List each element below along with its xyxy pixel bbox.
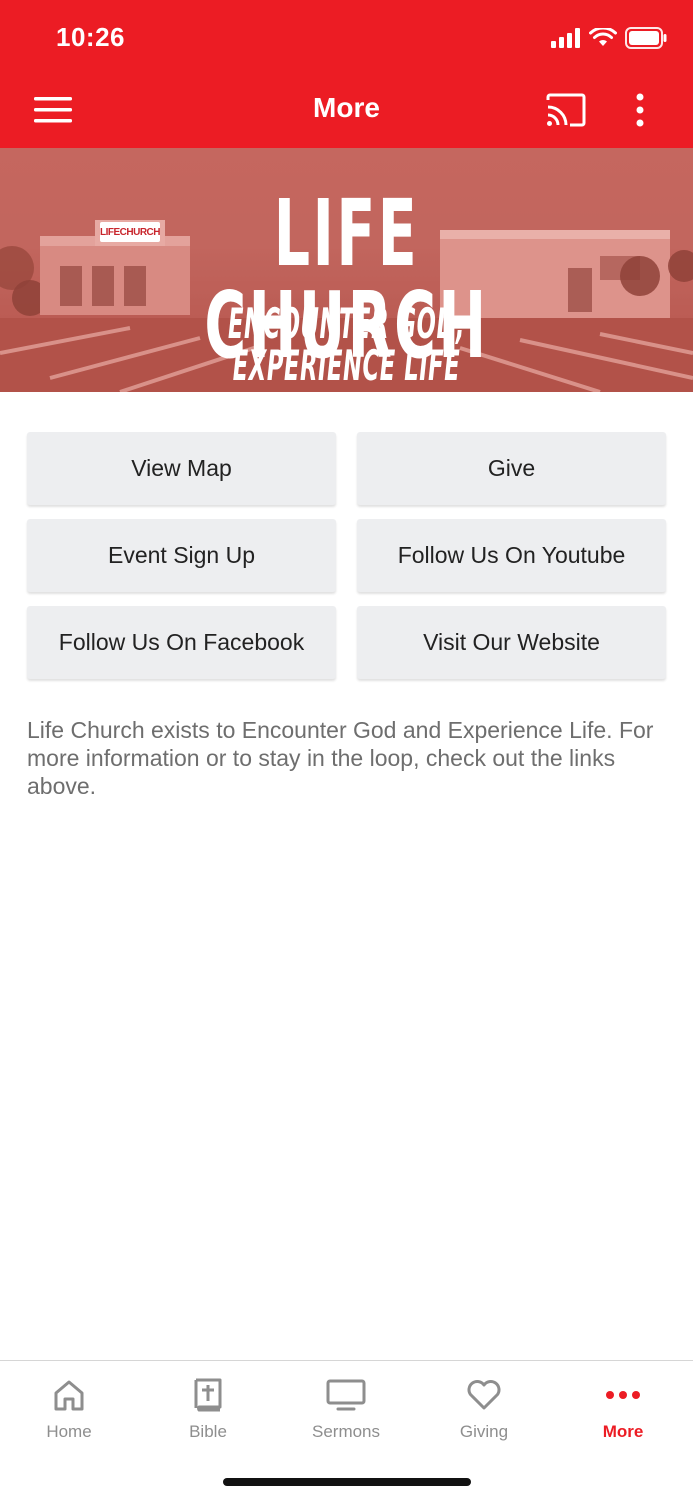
tab-more-label: More: [602, 1422, 644, 1441]
banner-tagline: ENCOUNTER GOD, EXPERIENCE LIFE: [227, 299, 466, 390]
home-indicator[interactable]: [223, 1478, 471, 1486]
home-icon: [54, 1380, 84, 1411]
tab-giving-label: Giving: [459, 1422, 509, 1441]
cellular-signal-icon: [551, 28, 580, 48]
more-vertical-icon: [636, 93, 644, 127]
event-sign-up-button[interactable]: Event Sign Up: [27, 519, 336, 592]
status-icons: [551, 26, 667, 50]
tab-sermons-label: Sermons: [311, 1422, 381, 1441]
cast-icon: [546, 93, 586, 127]
tab-giving[interactable]: Giving: [415, 1361, 553, 1451]
heart-icon: [467, 1380, 501, 1410]
battery-icon: [625, 27, 667, 49]
church-description: Life Church exists to Encounter God and …: [27, 717, 654, 799]
app-header: 10:26 More: [0, 0, 693, 148]
status-time: 10:26: [56, 22, 125, 52]
give-button[interactable]: Give: [357, 432, 666, 505]
wifi-icon: [589, 28, 617, 46]
more-dots-icon: [606, 1391, 640, 1399]
follow-facebook-button[interactable]: Follow Us On Facebook: [27, 606, 336, 679]
cast-button[interactable]: [542, 88, 590, 132]
tab-bible[interactable]: Bible: [139, 1361, 277, 1451]
church-banner: LIFECHURCH LIFE CHURCH ENCOUNTER GOD, EX…: [0, 148, 693, 392]
follow-youtube-button[interactable]: Follow Us On Youtube: [357, 519, 666, 592]
tab-home[interactable]: Home: [0, 1361, 138, 1451]
tab-more[interactable]: More: [554, 1361, 692, 1451]
tab-bible-label: Bible: [189, 1422, 227, 1441]
tab-sermons[interactable]: Sermons: [277, 1361, 415, 1451]
monitor-icon: [326, 1379, 366, 1411]
overflow-menu-button[interactable]: [616, 88, 664, 132]
tab-home-label: Home: [46, 1422, 92, 1441]
view-map-button[interactable]: View Map: [27, 432, 336, 505]
visit-website-button[interactable]: Visit Our Website: [357, 606, 666, 679]
bible-icon: [194, 1378, 222, 1412]
